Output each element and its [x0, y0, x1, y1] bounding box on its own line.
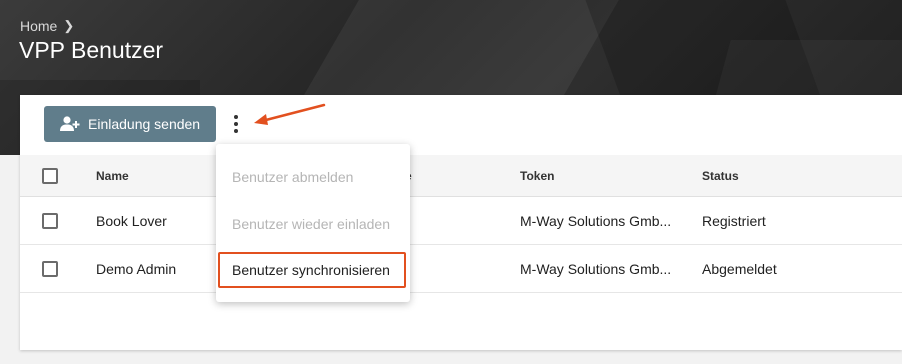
- menu-item-logout-users[interactable]: Benutzer abmelden: [216, 154, 410, 200]
- chevron-right-icon: ❯: [63, 18, 75, 33]
- person-add-icon: [60, 116, 80, 132]
- row-token: M-Way Solutions Gmb...: [520, 260, 670, 277]
- row-name: Book Lover: [96, 212, 167, 229]
- menu-item-reinvite-users[interactable]: Benutzer wieder einladen: [216, 201, 410, 247]
- breadcrumb: Home ❯: [20, 18, 74, 34]
- row-checkbox[interactable]: [42, 213, 58, 229]
- more-actions-menu: Benutzer abmelden Benutzer wieder einlad…: [216, 144, 410, 302]
- column-header-token[interactable]: Token: [520, 155, 670, 196]
- annotation-arrow-icon: [254, 103, 326, 125]
- breadcrumb-home[interactable]: Home: [20, 18, 57, 34]
- row-name: Demo Admin: [96, 260, 177, 277]
- column-header-status[interactable]: Status: [702, 155, 739, 196]
- select-all-checkbox[interactable]: [42, 168, 58, 184]
- table-header: Name e Token Status: [20, 155, 902, 197]
- row-token: M-Way Solutions Gmb...: [520, 212, 670, 229]
- table-row[interactable]: Demo Admin M-Way Solutions Gmb... Abgeme…: [20, 245, 902, 293]
- column-header-name[interactable]: Name: [96, 155, 129, 196]
- row-checkbox[interactable]: [42, 261, 58, 277]
- more-vertical-icon[interactable]: [226, 111, 246, 137]
- table-row[interactable]: Book Lover M-Way Solutions Gmb... Regist…: [20, 197, 902, 245]
- send-invitation-button[interactable]: Einladung senden: [44, 106, 216, 142]
- users-card: Einladung senden Name e Token Status Boo…: [20, 95, 902, 350]
- row-status: Registriert: [702, 212, 766, 229]
- row-status: Abgemeldet: [702, 260, 777, 277]
- send-invitation-label: Einladung senden: [88, 116, 201, 132]
- toolbar: Einladung senden: [20, 95, 902, 155]
- page-title: VPP Benutzer: [19, 37, 164, 63]
- annotation-highlight: [218, 252, 406, 288]
